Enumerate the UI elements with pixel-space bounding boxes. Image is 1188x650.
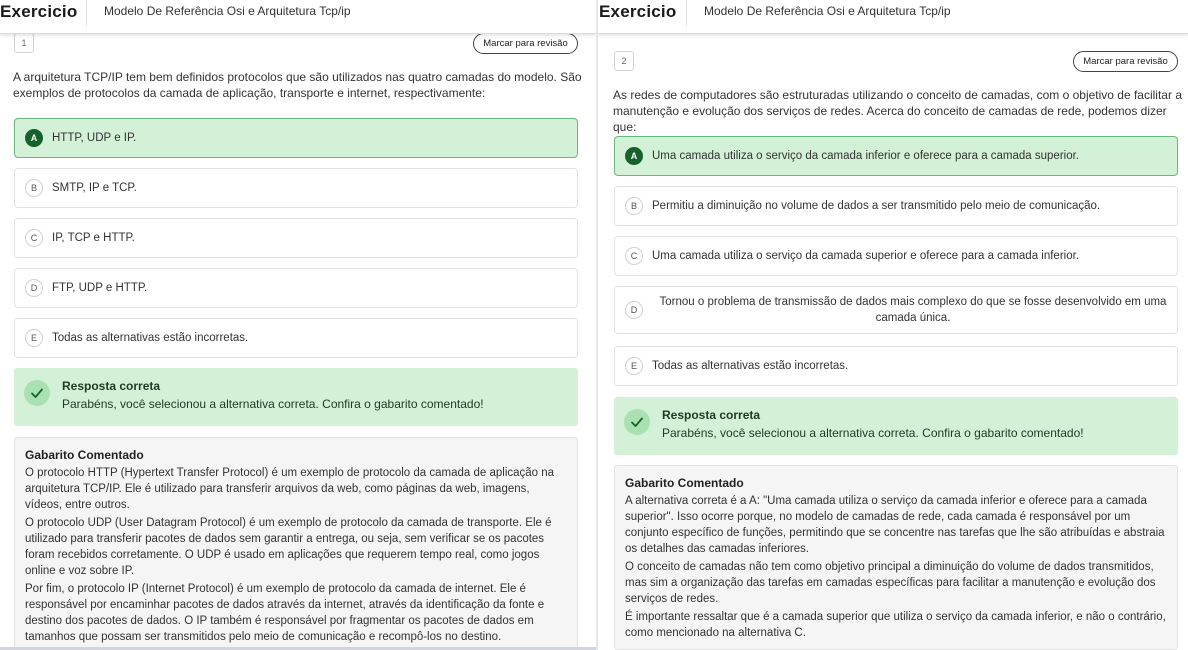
option-e[interactable]: E Todas as alternativas estão incorretas… [614,346,1178,386]
gabarito-paragraph: A alternativa correta é a A: "Uma camada… [625,495,1165,555]
option-letter: A [625,147,643,165]
question-stem: As redes de computadores são estruturada… [613,88,1182,134]
option-d[interactable]: D Tornou o problema de transmissão de da… [614,286,1178,334]
option-letter: B [625,197,643,215]
question-panel-2: 2 Marcar para revisão As redes de comput… [598,0,1188,650]
mark-for-review-button[interactable]: Marcar para revisão [473,33,578,54]
question-stem: A arquitetura TCP/IP tem bem definidos p… [13,70,582,100]
option-text: HTTP, UDP e IP. [52,132,137,144]
option-text: FTP, UDP e HTTP. [52,282,148,294]
course-title: Modelo De Referência Osi e Arquitetura T… [104,4,351,18]
option-letter: B [25,179,43,197]
option-letter: C [25,229,43,247]
option-c[interactable]: C IP, TCP e HTTP. [14,218,578,258]
feedback-title: Resposta correta [62,379,161,393]
option-c[interactable]: C Uma camada utiliza o serviço da camada… [614,236,1178,276]
option-letter: C [625,247,643,265]
check-icon [624,409,650,435]
option-b[interactable]: B SMTP, IP e TCP. [14,168,578,208]
feedback-box: Resposta correta Parabéns, você selecion… [614,397,1178,455]
option-letter: E [625,357,643,375]
header-divider [86,0,87,26]
option-d[interactable]: D FTP, UDP e HTTP. [14,268,578,308]
option-letter: E [25,329,43,347]
option-b[interactable]: B Permitiu a diminuição no volume de dad… [614,186,1178,226]
option-a[interactable]: A HTTP, UDP e IP. [14,118,578,158]
option-text: Uma camada utiliza o serviço da camada s… [652,250,1079,262]
top-bar: Exercicio Modelo De Referência Osi e Arq… [598,0,1188,34]
option-text: Tornou o problema de transmissão de dado… [659,296,1167,324]
gabarito-title: Gabarito Comentado [625,476,744,490]
mark-for-review-button[interactable]: Marcar para revisão [1073,51,1178,72]
option-letter: A [25,129,43,147]
option-text: IP, TCP e HTTP. [52,232,135,244]
option-text: Todas as alternativas estão incorretas. [52,332,249,344]
gabarito-comentado: Gabarito Comentado A alternativa correta… [614,465,1178,650]
feedback-message: Parabéns, você selecionou a alternativa … [662,426,1084,440]
gabarito-comentado: Gabarito Comentado O protocolo HTTP (Hyp… [14,437,578,650]
option-letter: D [25,279,43,297]
question-panel-1: 1 Marcar para revisão A arquitetura TCP/… [0,0,596,650]
gabarito-paragraph: O protocolo HTTP (Hypertext Transfer Pro… [25,467,555,511]
course-title: Modelo De Referência Osi e Arquitetura T… [704,4,951,18]
brand-title: Exercicio [599,2,677,21]
gabarito-paragraph: O conceito de camadas não tem como objet… [625,561,1156,605]
top-bar: Exercicio Modelo De Referência Osi e Arq… [0,0,596,34]
option-text: Todas as alternativas estão incorretas. [652,360,849,372]
feedback-box: Resposta correta Parabéns, você selecion… [14,368,578,426]
check-icon [24,380,50,406]
option-letter: D [625,301,643,319]
option-text: Uma camada utiliza o serviço da camada i… [652,150,1079,162]
gabarito-title: Gabarito Comentado [25,448,144,462]
option-a[interactable]: A Uma camada utiliza o serviço da camada… [614,136,1178,176]
question-number-badge: 1 [14,33,34,53]
gabarito-paragraph: O protocolo UDP (User Datagram Protocol)… [25,517,552,577]
option-text: Permitiu a diminuição no volume de dados… [652,200,1101,212]
gabarito-paragraph: É importante ressaltar que é a camada su… [625,611,1166,639]
header-divider [686,0,687,26]
gabarito-paragraph: Por fim, o protocolo IP (Internet Protoc… [25,583,545,643]
brand-title: Exercicio [0,2,78,21]
option-e[interactable]: E Todas as alternativas estão incorretas… [14,318,578,358]
option-text: SMTP, IP e TCP. [52,182,137,194]
feedback-title: Resposta correta [662,408,761,422]
question-number-badge: 2 [614,51,634,71]
feedback-message: Parabéns, você selecionou a alternativa … [62,397,484,411]
